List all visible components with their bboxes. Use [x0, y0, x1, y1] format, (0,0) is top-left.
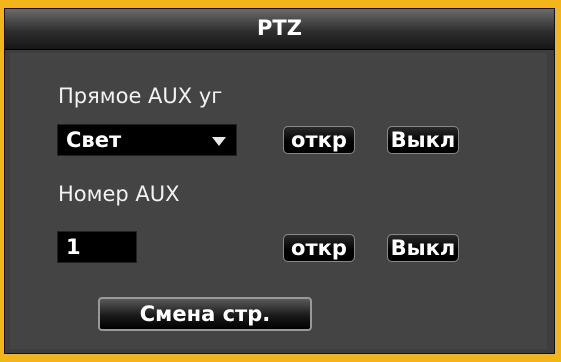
chevron-down-icon — [212, 137, 226, 146]
aux-number-open-button[interactable]: откр — [283, 234, 355, 262]
ptz-panel: Прямое AUX уг Свет откр Выкл Номер AUX 1… — [10, 53, 547, 349]
aux-off-button[interactable]: Выкл — [387, 126, 459, 154]
switch-page-button[interactable]: Смена стр. — [98, 297, 312, 331]
aux-number-input[interactable]: 1 — [57, 231, 137, 263]
aux-direct-label: Прямое AUX уг — [58, 84, 223, 108]
aux-number-off-button[interactable]: Выкл — [387, 234, 459, 262]
window-title: PTZ — [5, 9, 554, 50]
ptz-window: PTZ Прямое AUX уг Свет откр Выкл Номер A… — [4, 8, 555, 354]
aux-number-label: Номер AUX — [58, 182, 180, 206]
aux-select-value: Свет — [66, 128, 122, 152]
aux-open-button[interactable]: откр — [283, 126, 355, 154]
aux-select[interactable]: Свет — [57, 124, 237, 156]
